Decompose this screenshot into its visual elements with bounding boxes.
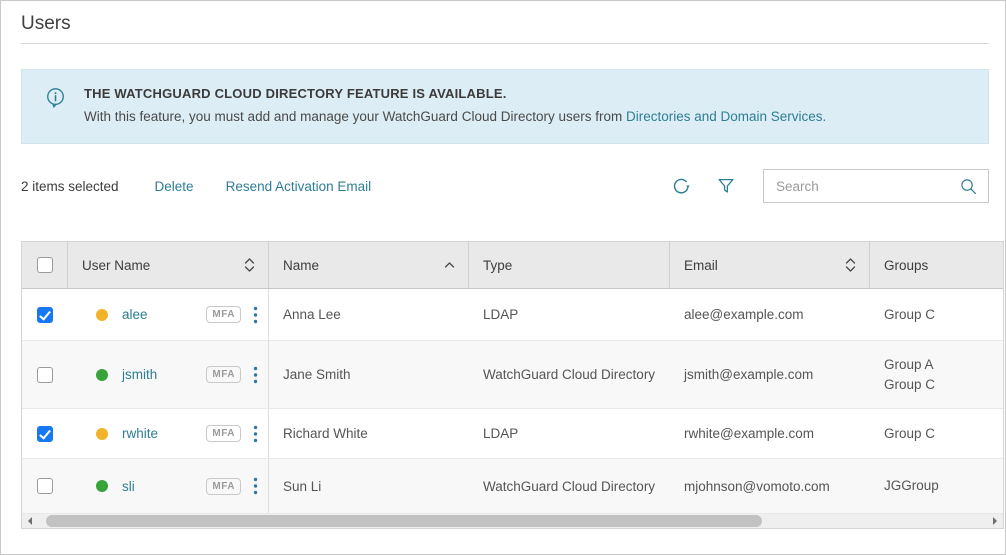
table-row: alee MFA Anna Lee LDAP alee@example.com … — [22, 289, 1003, 341]
column-header-name[interactable]: Name — [269, 242, 469, 288]
group-label: JGGroup — [884, 476, 939, 496]
username-cell: sli MFA — [68, 459, 269, 513]
groups-cell: Group C — [870, 289, 1003, 340]
column-header-type[interactable]: Type — [469, 242, 670, 288]
table-body: alee MFA Anna Lee LDAP alee@example.com … — [22, 289, 1003, 514]
email-cell: jsmith@example.com — [670, 341, 870, 408]
info-icon — [44, 86, 67, 110]
table-row: sli MFA Sun Li WatchGuard Cloud Director… — [22, 459, 1003, 514]
search-icon[interactable] — [959, 177, 978, 196]
groups-cell: Group AGroup C — [870, 341, 1003, 408]
name-cell: Richard White — [269, 409, 469, 458]
users-table: User Name Name — [21, 241, 1004, 529]
status-dot — [96, 309, 108, 321]
scroll-left-arrow[interactable] — [22, 514, 38, 528]
sort-asc-icon[interactable] — [443, 256, 456, 274]
search-input[interactable] — [776, 179, 959, 194]
column-header-name-label: Name — [283, 258, 319, 273]
username-link[interactable]: rwhite — [122, 426, 158, 441]
kebab-menu-icon[interactable] — [253, 477, 258, 495]
type-cell: LDAP — [469, 289, 670, 340]
row-checkbox-cell — [22, 459, 68, 513]
table-row: jsmith MFA Jane Smith WatchGuard Cloud D… — [22, 341, 1003, 409]
mfa-badge: MFA — [206, 306, 241, 323]
mfa-badge: MFA — [206, 366, 241, 383]
column-header-type-label: Type — [483, 258, 512, 273]
type-cell: WatchGuard Cloud Directory — [469, 459, 670, 513]
group-label: Group A — [884, 355, 935, 375]
group-label: Group C — [884, 375, 935, 395]
status-dot — [96, 369, 108, 381]
username-link[interactable]: jsmith — [122, 367, 157, 382]
row-checkbox[interactable] — [37, 478, 53, 494]
row-checkbox[interactable] — [37, 307, 53, 323]
directories-domain-services-link[interactable]: Directories and Domain Services. — [626, 109, 826, 124]
email-cell: mjohnson@vomoto.com — [670, 459, 870, 513]
name-cell: Sun Li — [269, 459, 469, 513]
kebab-menu-icon[interactable] — [253, 306, 258, 324]
banner-text-body: With this feature, you must add and mana… — [84, 109, 626, 124]
column-header-email-label: Email — [684, 258, 718, 273]
banner-title: THE WATCHGUARD CLOUD DIRECTORY FEATURE I… — [84, 85, 826, 102]
delete-button[interactable]: Delete — [155, 179, 194, 194]
scroll-right-arrow[interactable] — [987, 514, 1003, 528]
column-header-groups-label: Groups — [884, 258, 928, 273]
filter-icon[interactable] — [715, 175, 737, 197]
row-checkbox[interactable] — [37, 367, 53, 383]
toolbar: 2 items selected Delete Resend Activatio… — [21, 169, 989, 203]
column-header-username[interactable]: User Name — [68, 242, 269, 288]
status-dot — [96, 480, 108, 492]
username-cell: jsmith MFA — [68, 341, 269, 408]
column-header-email[interactable]: Email — [670, 242, 870, 288]
name-cell: Anna Lee — [269, 289, 469, 340]
username-cell: alee MFA — [68, 289, 269, 340]
banner-text: With this feature, you must add and mana… — [84, 108, 826, 126]
username-link[interactable]: sli — [122, 479, 135, 494]
table-row: rwhite MFA Richard White LDAP rwhite@exa… — [22, 409, 1003, 459]
refresh-icon[interactable] — [670, 175, 693, 198]
email-cell: rwhite@example.com — [670, 409, 870, 458]
row-checkbox-cell — [22, 341, 68, 408]
row-checkbox-cell — [22, 409, 68, 458]
type-cell: WatchGuard Cloud Directory — [469, 341, 670, 408]
group-label: Group C — [884, 305, 935, 325]
row-checkbox[interactable] — [37, 426, 53, 442]
table-header-row: User Name Name — [22, 242, 1003, 289]
type-cell: LDAP — [469, 409, 670, 458]
sort-both-icon[interactable] — [243, 256, 256, 274]
info-banner: THE WATCHGUARD CLOUD DIRECTORY FEATURE I… — [21, 69, 989, 144]
sort-both-icon[interactable] — [844, 256, 857, 274]
page-title: Users — [21, 13, 989, 44]
email-cell: alee@example.com — [670, 289, 870, 340]
scrollbar-thumb[interactable] — [46, 515, 762, 527]
select-all-checkbox-cell — [22, 242, 68, 288]
horizontal-scrollbar[interactable] — [22, 514, 1003, 528]
mfa-badge: MFA — [206, 425, 241, 442]
mfa-badge: MFA — [206, 478, 241, 495]
group-label: Group C — [884, 424, 935, 444]
kebab-menu-icon[interactable] — [253, 425, 258, 443]
username-cell: rwhite MFA — [68, 409, 269, 458]
scrollbar-track[interactable] — [38, 514, 987, 528]
search-box — [763, 169, 989, 203]
row-checkbox-cell — [22, 289, 68, 340]
selection-status: 2 items selected — [21, 179, 119, 194]
column-header-username-label: User Name — [82, 258, 150, 273]
groups-cell: JGGroup — [870, 459, 1003, 513]
table-scroll-viewport: User Name Name — [22, 242, 1003, 514]
column-header-groups[interactable]: Groups — [870, 242, 1003, 288]
select-all-checkbox[interactable] — [37, 257, 53, 273]
kebab-menu-icon[interactable] — [253, 366, 258, 384]
groups-cell: Group C — [870, 409, 1003, 458]
resend-activation-email-button[interactable]: Resend Activation Email — [226, 179, 372, 194]
users-page: Users THE WATCHGUARD CLOUD DIRECTORY FEA… — [0, 0, 1006, 555]
status-dot — [96, 428, 108, 440]
username-link[interactable]: alee — [122, 307, 148, 322]
name-cell: Jane Smith — [269, 341, 469, 408]
